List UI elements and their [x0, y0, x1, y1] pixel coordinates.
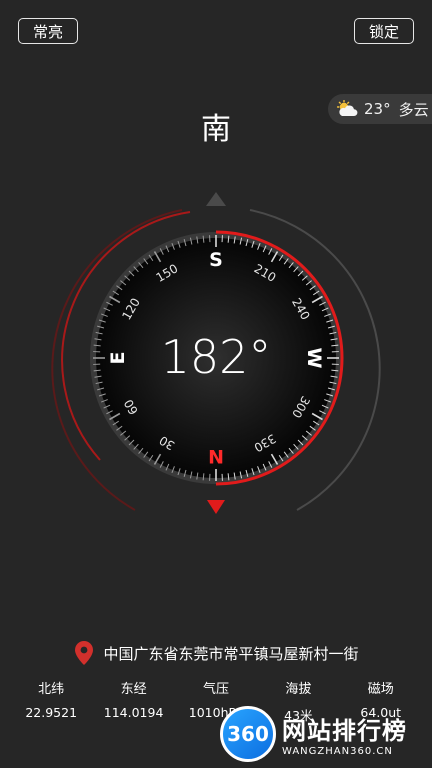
- stat-latitude: 北纬 22.9521: [11, 678, 91, 724]
- stat-label: 磁场: [367, 682, 394, 697]
- location-address: 中国广东省东莞市常平镇马屋新村一街: [103, 644, 359, 663]
- heading-pointer-triangle: [207, 500, 225, 514]
- location-row[interactable]: 中国广东省东莞市常平镇马屋新村一街: [0, 640, 432, 666]
- location-pin-icon: [75, 641, 94, 665]
- top-pointer-triangle: [206, 192, 226, 206]
- stat-longitude: 东经 114.0194: [94, 678, 174, 724]
- stat-label: 北纬: [38, 682, 65, 697]
- always-on-button[interactable]: 常亮: [18, 18, 78, 44]
- stat-label: 海拔: [285, 682, 312, 697]
- watermark-title: 网站排行榜: [282, 717, 407, 745]
- lock-button[interactable]: 锁定: [354, 18, 414, 44]
- watermark-subtitle: WANGZHAN360.CN: [282, 746, 393, 757]
- heading-degree: 182°: [160, 330, 272, 384]
- stat-label: 气压: [202, 682, 229, 697]
- site-watermark: 360 网站排行榜 WANGZHAN360.CN: [220, 706, 407, 762]
- stat-value: 114.0194: [103, 705, 164, 720]
- stat-value: 22.9521: [25, 705, 78, 720]
- direction-label: 南: [201, 112, 231, 147]
- compass-cardinal-label: S: [209, 249, 223, 271]
- watermark-logo: 360: [220, 706, 276, 762]
- compass-cardinal-label: N: [208, 445, 224, 467]
- stat-label: 东经: [120, 682, 147, 697]
